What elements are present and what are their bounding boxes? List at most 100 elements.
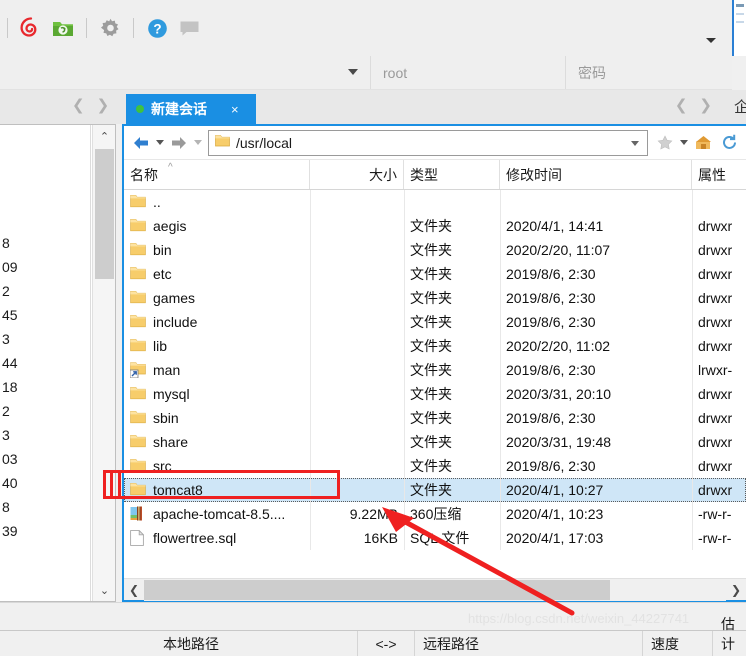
table-row[interactable]: bin 文件夹 2020/2/20, 11:07 drwxr (124, 238, 746, 262)
folder-icon (130, 482, 146, 498)
table-row[interactable]: mysql 文件夹 2020/3/31, 20:10 drwxr (124, 382, 746, 406)
cell-name: tomcat8 (124, 478, 310, 502)
gear-icon[interactable] (97, 15, 123, 41)
local-panel-row[interactable]: 40 (0, 471, 87, 495)
password-placeholder: 密码 (578, 65, 606, 81)
local-panel-scrollbar[interactable]: ⌃ ⌄ (92, 125, 115, 601)
table-row[interactable]: flowertree.sql 16KB SQL 文件 2020/4/1, 17:03 -… (124, 526, 746, 550)
toolbar-separator (7, 18, 8, 38)
cell-type: 文件夹 (410, 338, 452, 354)
site-input[interactable] (0, 56, 370, 90)
back-button[interactable] (128, 131, 154, 155)
local-panel-row[interactable]: 03 (0, 447, 87, 471)
table-row[interactable]: .. (124, 190, 746, 214)
local-panel-row[interactable]: 2 (0, 279, 87, 303)
local-panel-row[interactable]: 44 (0, 351, 87, 375)
tab-scroll-prev-right-icon[interactable]: ❮ (675, 96, 688, 114)
local-panel-row[interactable]: 45 (0, 303, 87, 327)
cell-type: 文件夹 (410, 290, 452, 306)
file-name: apache-tomcat-8.5.... (153, 506, 286, 522)
hscroll-right-icon[interactable]: ❯ (726, 583, 746, 597)
local-panel-row[interactable]: 3 (0, 423, 87, 447)
path-input[interactable]: /usr/local (208, 129, 648, 156)
forward-history-caret-icon[interactable] (192, 131, 204, 155)
table-row[interactable]: include 文件夹 2019/8/6, 2:30 drwxr (124, 310, 746, 334)
password-input[interactable]: 密码 (565, 56, 732, 90)
scroll-up-icon[interactable]: ⌃ (93, 125, 116, 147)
column-header-type[interactable]: 类型 (404, 160, 500, 189)
table-row[interactable]: games 文件夹 2019/8/6, 2:30 drwxr (124, 286, 746, 310)
tab-close-icon[interactable]: × (231, 102, 239, 117)
queue-col-direction[interactable]: <-> (358, 630, 415, 656)
local-panel-row[interactable]: 3 (0, 327, 87, 351)
cell-size (310, 214, 404, 238)
forward-button[interactable] (166, 131, 192, 155)
tab-scroll-next-right-icon[interactable]: ❯ (699, 96, 712, 114)
local-panel-row[interactable]: 8 (0, 495, 87, 519)
local-panel-row[interactable]: 2 (0, 399, 87, 423)
cell-name: include (124, 310, 310, 334)
column-header-mtime-label: 修改时间 (506, 166, 562, 183)
table-row[interactable]: etc 文件夹 2019/8/6, 2:30 drwxr (124, 262, 746, 286)
column-header-name[interactable]: 名称 ^ (124, 160, 310, 189)
file-name: lib (153, 338, 168, 354)
home-icon[interactable] (690, 131, 716, 155)
queue-col-remote-path[interactable]: 远程路径 (415, 630, 643, 656)
document-icon (130, 529, 146, 546)
hscroll-track[interactable] (144, 578, 726, 601)
table-row[interactable]: lib 文件夹 2020/2/20, 11:02 drwxr (124, 334, 746, 358)
cell-size (310, 238, 404, 262)
column-header-attr[interactable]: 属性 (692, 160, 746, 189)
xshell-spiral-icon[interactable] (18, 15, 44, 41)
scroll-down-icon[interactable]: ⌄ (93, 579, 116, 601)
queue-col-eta[interactable]: 估计剩 (713, 616, 746, 656)
local-panel-row[interactable]: 8 (0, 231, 87, 255)
bookmark-star-icon[interactable] (652, 131, 678, 155)
local-panel-row[interactable]: 09 (0, 255, 87, 279)
bookmark-dropdown-caret-icon[interactable] (678, 131, 690, 155)
table-row[interactable]: man 文件夹 2019/8/6, 2:30 lrwxr- (124, 358, 746, 382)
transfer-log-area (0, 602, 746, 630)
username-input[interactable]: root (370, 56, 565, 90)
scroll-thumb[interactable] (95, 149, 114, 279)
cell-type: 文件夹 (410, 434, 452, 450)
path-dropdown-caret-icon[interactable] (631, 140, 639, 146)
site-dropdown-caret-icon[interactable] (348, 69, 358, 75)
table-row[interactable]: aegis 文件夹 2020/4/1, 14:41 drwxr (124, 214, 746, 238)
column-header-size[interactable]: 大小 (310, 160, 404, 189)
cell-name: etc (124, 262, 310, 286)
tab-scroll-prev-icon[interactable]: ❮ (72, 96, 85, 116)
tab-scroll-next-icon[interactable]: ❯ (97, 96, 110, 116)
cell-mtime: 2019/8/6, 2:30 (506, 458, 596, 474)
table-row[interactable]: src 文件夹 2019/8/6, 2:30 drwxr (124, 454, 746, 478)
hscroll-left-icon[interactable]: ❮ (124, 583, 144, 597)
file-name: src (153, 458, 172, 474)
toolbar-overflow-caret-icon[interactable] (706, 38, 716, 43)
local-panel-row[interactable]: 18 (0, 375, 87, 399)
cell-name: flowertree.sql (124, 526, 310, 550)
toolbar-separator (86, 18, 87, 38)
file-list[interactable]: .. aegis 文件夹 2020/4/1, 14:41 drwxr bin 文件夹 2020… (124, 190, 746, 550)
queue-col-local-path[interactable]: 本地路径 (155, 630, 358, 656)
xftp-folder-icon[interactable] (50, 15, 76, 41)
queue-col-speed[interactable]: 速度 (643, 630, 713, 656)
refresh-icon[interactable] (716, 131, 742, 155)
column-header-type-label: 类型 (410, 166, 438, 183)
local-panel-row[interactable]: 39 (0, 519, 87, 543)
chat-bubble-icon[interactable] (176, 15, 202, 41)
hscroll-thumb[interactable] (144, 579, 610, 600)
back-history-caret-icon[interactable] (154, 131, 166, 155)
folder-icon (130, 386, 146, 402)
file-list-hscrollbar[interactable]: ❮ ❯ (124, 578, 746, 601)
svg-text:?: ? (153, 21, 161, 36)
cell-attr: drwxr (698, 242, 733, 258)
table-row[interactable]: tomcat8 文件夹 2020/4/1, 10:27 drwxr (124, 478, 746, 502)
table-row[interactable]: sbin 文件夹 2019/8/6, 2:30 drwxr (124, 406, 746, 430)
column-header-mtime[interactable]: 修改时间 (500, 160, 692, 189)
table-row[interactable]: share 文件夹 2020/3/31, 19:48 drwxr (124, 430, 746, 454)
help-question-icon[interactable]: ? (144, 15, 170, 41)
cell-mtime: 2020/2/20, 11:02 (506, 338, 611, 354)
cell-name: aegis (124, 214, 310, 238)
tab-new-session[interactable]: 新建会话 × (126, 94, 256, 124)
table-row[interactable]: apache-tomcat-8.5.... 9.22MB 360压缩 2020/4/1… (124, 502, 746, 526)
